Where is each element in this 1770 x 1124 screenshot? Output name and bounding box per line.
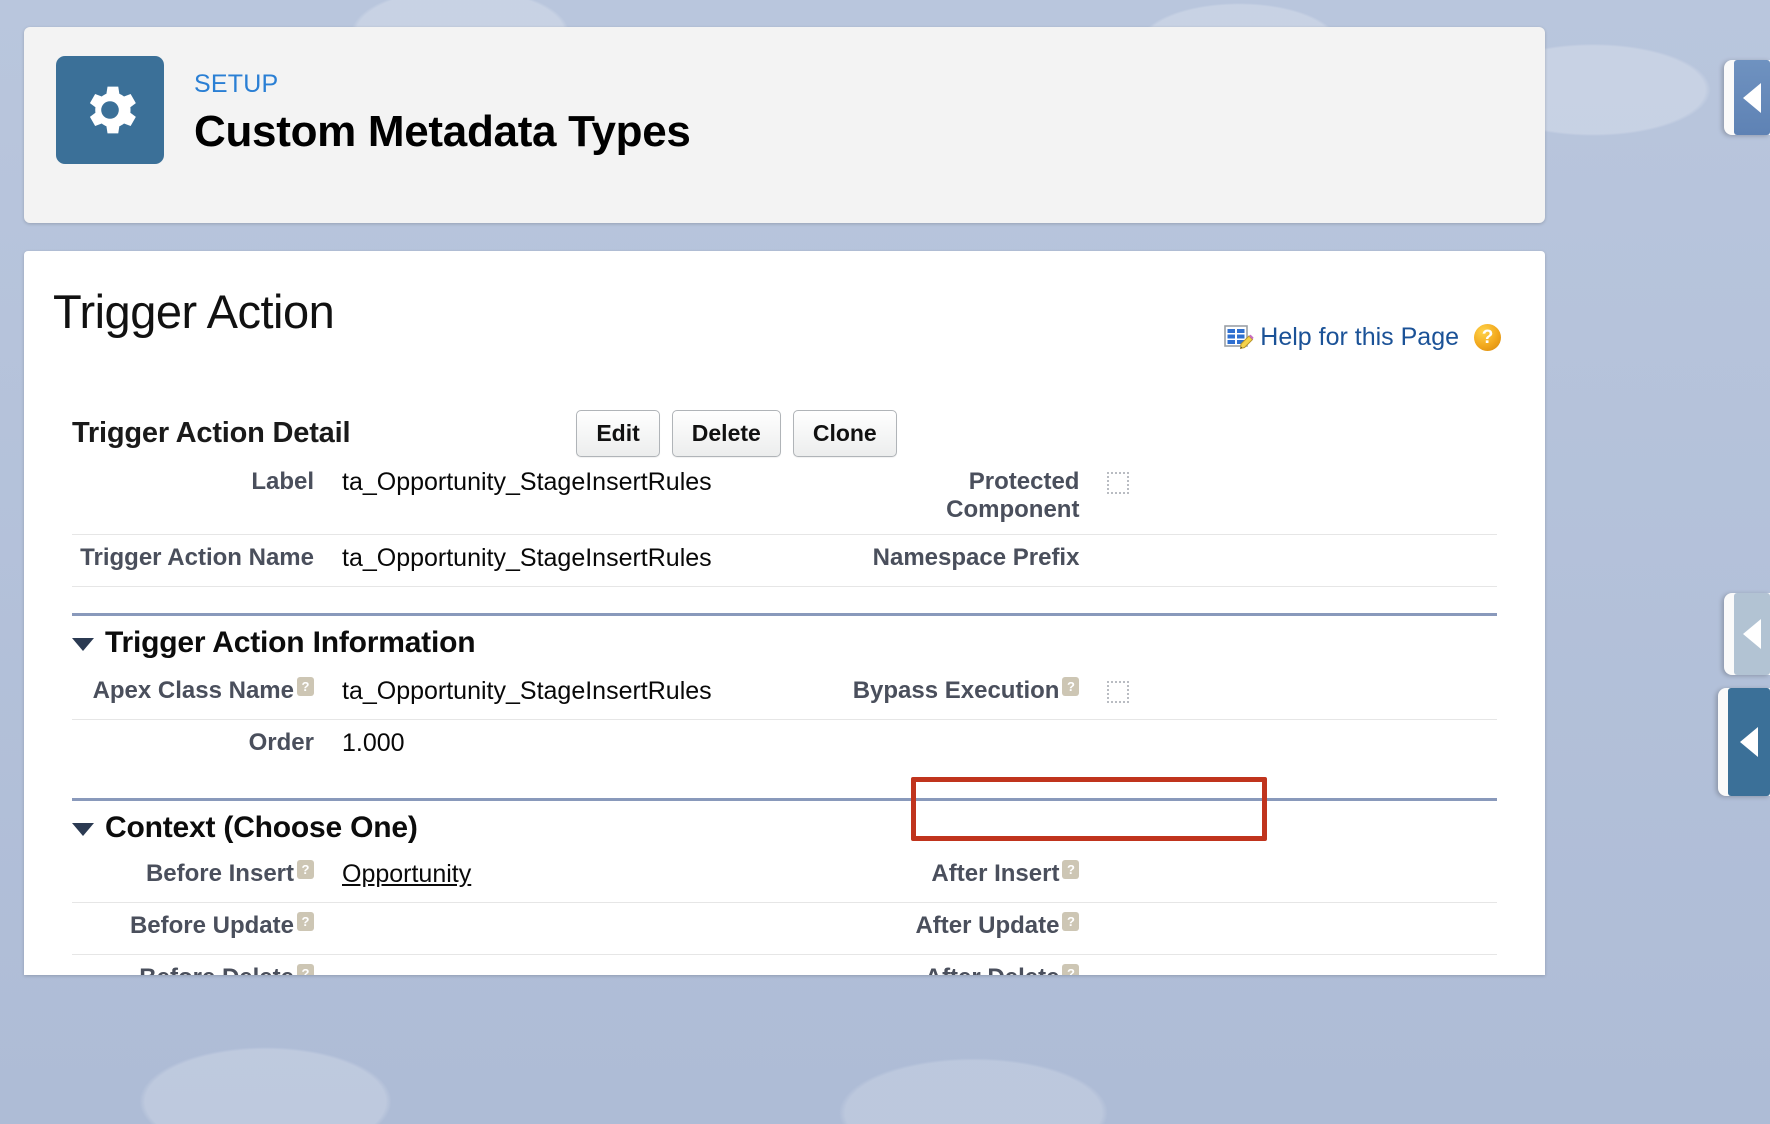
clone-button[interactable]: Clone [792, 409, 897, 457]
help-tooltip-icon[interactable]: ? [297, 911, 314, 931]
bypass-execution-checkbox[interactable] [1107, 680, 1130, 703]
table-row: Apex Class Name ? ta_Opportunity_StageIn… [72, 668, 1497, 720]
setup-header-card: SETUP Custom Metadata Types [24, 27, 1545, 223]
field-after-update-label: After Update [915, 911, 1060, 939]
field-trigger-action-name-label: Trigger Action Name [80, 543, 314, 571]
help-tooltip-icon[interactable]: ? [1062, 963, 1080, 975]
edit-button[interactable]: Edit [576, 409, 660, 457]
field-before-insert: Before Insert ? Opportunity [72, 851, 857, 899]
main-content-panel: Trigger Action Help for this Page ? Trig… [24, 251, 1545, 975]
field-order: Order 1.000 [72, 720, 857, 768]
field-order-spacer [857, 720, 1497, 738]
table-edit-icon [1224, 324, 1254, 352]
info-section-header: Trigger Action Information [72, 612, 1497, 660]
context-section-heading: Context (Choose One) [105, 810, 418, 844]
field-after-delete: After Delete ? [857, 955, 1497, 975]
field-protected-component: Protected Component [857, 459, 1497, 534]
help-tooltip-icon[interactable]: ? [297, 963, 314, 975]
field-bypass-execution-label: Bypass Execution [852, 676, 1060, 704]
field-label-value: ta_Opportunity_StageInsertRules [342, 468, 712, 496]
detail-section-header: Trigger Action Detail Edit Delete Clone [72, 407, 1497, 459]
field-namespace-prefix: Namespace Prefix [857, 535, 1497, 581]
edge-tab-mid[interactable] [1724, 593, 1770, 675]
chevron-left-icon [1743, 82, 1761, 113]
gear-icon [77, 77, 143, 143]
info-section-heading: Trigger Action Information [105, 625, 476, 659]
help-tooltip-icon[interactable]: ? [1062, 911, 1080, 931]
edge-tab-low[interactable] [1718, 688, 1770, 796]
setup-kicker: SETUP [194, 70, 279, 98]
field-apex-class-name: Apex Class Name ? ta_Opportunity_StageIn… [72, 668, 857, 716]
page-title: Trigger Action [53, 285, 335, 338]
field-before-insert-label: Before Insert [145, 859, 294, 887]
field-namespace-prefix-label: Namespace Prefix [872, 543, 1080, 571]
field-trigger-action-name: Trigger Action Name ta_Opportunity_Stage… [72, 535, 857, 583]
context-section-header: Context (Choose One) [72, 797, 1497, 845]
field-before-delete: Before Delete ? [72, 955, 857, 975]
protected-component-checkbox[interactable] [1107, 472, 1130, 494]
table-row: Before Delete ? After Delete ? [72, 955, 1497, 975]
field-order-value: 1.000 [342, 728, 405, 757]
field-before-update-label: Before Update [129, 911, 294, 939]
detail-section-heading: Trigger Action Detail [72, 416, 351, 449]
field-after-insert: After Insert ? [857, 851, 1497, 897]
help-tooltip-icon[interactable]: ? [1062, 676, 1080, 696]
field-apex-class-name-label: Apex Class Name [92, 676, 294, 704]
field-bypass-execution: Bypass Execution ? [853, 668, 1497, 714]
field-label-text: Label [251, 468, 314, 495]
field-after-delete-label: After Delete [837, 964, 1060, 975]
table-row: Label ta_Opportunity_StageInsertRules Pr… [72, 459, 1497, 535]
table-row: Order 1.000 [72, 720, 1497, 772]
field-apex-class-name-value: ta_Opportunity_StageInsertRules [342, 676, 712, 705]
help-tooltip-icon[interactable]: ? [297, 676, 314, 696]
help-tooltip-icon[interactable]: ? [1062, 859, 1080, 879]
table-row: Before Insert ? Opportunity After Insert… [72, 851, 1497, 903]
page-header-row: Trigger Action Help for this Page ? [24, 251, 1545, 352]
help-area: Help for this Page ? [1224, 287, 1501, 352]
field-label: Label ta_Opportunity_StageInsertRules [72, 459, 857, 507]
question-mark-icon[interactable]: ? [1474, 324, 1501, 351]
chevron-left-icon [1743, 619, 1761, 649]
field-after-insert-label: After Insert [931, 859, 1060, 887]
edge-tab-top[interactable] [1724, 60, 1770, 135]
field-after-update: After Update ? [857, 903, 1497, 949]
detail-action-buttons: Edit Delete Clone [576, 409, 897, 457]
field-before-insert-value-link[interactable]: Opportunity [342, 860, 471, 890]
field-protected-component-label: Protected Component [946, 468, 1080, 524]
collapse-triangle-icon[interactable] [72, 637, 94, 651]
help-for-this-page-link[interactable]: Help for this Page [1260, 323, 1459, 352]
delete-button[interactable]: Delete [671, 409, 781, 457]
field-before-delete-label: Before Delete [52, 964, 294, 975]
help-tooltip-icon[interactable]: ? [297, 859, 314, 879]
field-trigger-action-name-value: ta_Opportunity_StageInsertRules [342, 543, 712, 572]
chevron-left-icon [1740, 727, 1758, 757]
table-row: Trigger Action Name ta_Opportunity_Stage… [72, 535, 1497, 587]
gear-icon-tile [56, 56, 164, 164]
page-title-header: Custom Metadata Types [194, 107, 691, 156]
field-before-update: Before Update ? [72, 903, 857, 949]
collapse-triangle-icon[interactable] [72, 822, 94, 836]
table-row: Before Update ? After Update ? [72, 903, 1497, 955]
field-order-label: Order [248, 728, 314, 756]
